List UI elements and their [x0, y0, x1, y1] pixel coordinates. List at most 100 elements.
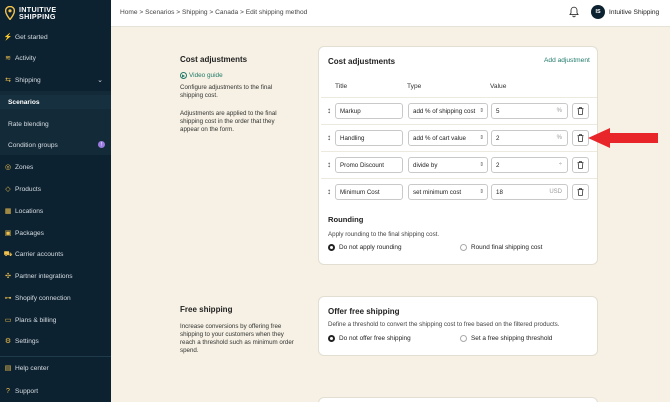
- sidebar-item-settings[interactable]: ⚙ Settings: [0, 334, 111, 348]
- delete-button[interactable]: [572, 130, 589, 146]
- adjustment-row: ↕ Promo Discount divide by ⇕ 2 ÷: [321, 151, 597, 178]
- trash-icon: [577, 188, 584, 196]
- value-input[interactable]: 5 %: [491, 103, 568, 119]
- sidebar-item-support[interactable]: ? Support: [0, 384, 111, 398]
- sidebar-item-condition-groups[interactable]: Condition groups !: [0, 138, 111, 152]
- title-input[interactable]: Markup: [335, 103, 403, 119]
- red-arrow-icon: [588, 128, 658, 148]
- radio-label: Round final shipping cost: [471, 244, 543, 251]
- sidebar-item-shipping[interactable]: ⇆ Shipping ⌄: [0, 73, 111, 87]
- radio-no-rounding[interactable]: Do not apply rounding: [328, 244, 402, 251]
- globe-icon: ◎: [4, 164, 12, 171]
- adjustment-row: ↕ Minimum Cost set minimum cost ⇕ 18 USD: [321, 178, 597, 205]
- sidebar-item-label: Plans & billing: [15, 316, 57, 324]
- building-icon: ▦: [4, 208, 12, 215]
- sidebar-item-rate-blending[interactable]: Rate blending: [0, 117, 111, 131]
- sidebar: INTUITIVE SHIPPING ⚡ Get started ≋ Activ…: [0, 0, 111, 402]
- sidebar-item-scenarios[interactable]: Scenarios: [0, 95, 111, 109]
- location-pin-icon: [5, 6, 15, 20]
- section-description: Adjustments are applied to the final shi…: [180, 110, 277, 133]
- sidebar-item-partner-integrations[interactable]: ✣ Partner integrations: [0, 269, 111, 283]
- type-select[interactable]: set minimum cost ⇕: [408, 184, 488, 200]
- radio-label: Set a free shipping threshold: [471, 335, 553, 342]
- rounding-title: Rounding: [328, 215, 364, 224]
- sidebar-item-label: Shopify connection: [15, 294, 71, 302]
- bolt-icon: ⚡: [3, 34, 13, 41]
- section-description: Configure adjustments to the final shipp…: [180, 84, 273, 99]
- brand-logo[interactable]: INTUITIVE SHIPPING: [5, 4, 105, 22]
- play-icon: ▶: [180, 72, 187, 79]
- sidebar-item-carrier-accounts[interactable]: ⛟ Carrier accounts: [0, 247, 111, 261]
- sidebar-item-label: Products: [15, 185, 42, 193]
- value-input-value: 2: [496, 134, 500, 142]
- sidebar-item-activity[interactable]: ≋ Activity: [0, 51, 111, 65]
- sidebar-item-products[interactable]: ◇ Products: [0, 182, 111, 196]
- bell-icon[interactable]: [568, 6, 580, 18]
- drag-handle-icon[interactable]: ↕: [327, 160, 331, 169]
- type-select-value: add % of shipping cost: [413, 107, 476, 115]
- trash-icon: [577, 161, 584, 169]
- delete-button[interactable]: [572, 103, 589, 119]
- sidebar-item-label: Help center: [15, 364, 49, 372]
- drag-handle-icon[interactable]: ↕: [327, 133, 331, 142]
- sidebar-item-label: Settings: [15, 337, 39, 345]
- sidebar-item-zones[interactable]: ◎ Zones: [0, 160, 111, 174]
- type-select-value: add % of cart value: [413, 134, 466, 142]
- sidebar-item-label: Shipping: [15, 76, 41, 84]
- value-input[interactable]: 2 %: [491, 130, 568, 146]
- sidebar-item-label: Get started: [15, 33, 48, 41]
- radio-empty-icon: [460, 244, 467, 251]
- sidebar-item-label: Rate blending: [8, 120, 49, 128]
- delete-button[interactable]: [572, 184, 589, 200]
- type-select[interactable]: add % of shipping cost ⇕: [408, 103, 488, 119]
- select-arrow-icon: ⇕: [479, 189, 484, 195]
- sidebar-item-packages[interactable]: ▣ Packages: [0, 226, 111, 240]
- value-suffix: USD: [549, 189, 562, 195]
- radio-selected-icon: [328, 244, 335, 251]
- drag-handle-icon[interactable]: ↕: [327, 106, 331, 115]
- value-input[interactable]: 18 USD: [491, 184, 568, 200]
- trash-icon: [577, 107, 584, 115]
- sidebar-item-help-center[interactable]: ▤ Help center: [0, 361, 111, 375]
- sidebar-item-label: Packages: [15, 229, 44, 237]
- sidebar-divider: [0, 356, 111, 357]
- title-input[interactable]: Handling: [335, 130, 403, 146]
- sidebar-item-label: Locations: [15, 207, 44, 215]
- radio-selected-icon: [328, 335, 335, 342]
- scenarios-icon: ⇆: [5, 77, 11, 84]
- column-header-type: Type: [407, 83, 422, 90]
- link-icon: ⊶: [4, 295, 12, 302]
- section-title-free-shipping: Free shipping: [180, 305, 233, 314]
- sidebar-item-shopify-connection[interactable]: ⊶ Shopify connection: [0, 291, 111, 305]
- column-header-title: Title: [335, 83, 348, 90]
- radio-no-free-shipping[interactable]: Do not offer free shipping: [328, 335, 411, 342]
- avatar[interactable]: IS: [591, 5, 605, 19]
- radio-free-threshold[interactable]: Set a free shipping threshold: [460, 335, 552, 342]
- drag-handle-icon[interactable]: ↕: [327, 187, 331, 196]
- username[interactable]: Intuitive Shipping: [609, 9, 659, 16]
- type-select-value: divide by: [413, 161, 438, 169]
- tag-icon: ◇: [5, 186, 11, 193]
- radio-round-final[interactable]: Round final shipping cost: [460, 244, 542, 251]
- breadcrumb[interactable]: Home > Scenarios > Shipping > Canada > E…: [120, 9, 307, 16]
- box-icon: ▣: [4, 230, 12, 237]
- title-input[interactable]: Promo Discount: [335, 157, 403, 173]
- sidebar-item-label: Zones: [15, 163, 34, 171]
- sidebar-item-locations[interactable]: ▦ Locations: [0, 204, 111, 218]
- sidebar-item-get-started[interactable]: ⚡ Get started: [0, 30, 111, 44]
- type-select[interactable]: add % of cart value ⇕: [408, 130, 488, 146]
- free-shipping-hint: Define a threshold to convert the shippi…: [328, 321, 560, 328]
- type-select[interactable]: divide by ⇕: [408, 157, 488, 173]
- title-input[interactable]: Minimum Cost: [335, 184, 403, 200]
- delete-button[interactable]: [572, 157, 589, 173]
- sidebar-item-label: Support: [15, 387, 39, 395]
- value-input[interactable]: 2 ÷: [491, 157, 568, 173]
- radio-empty-icon: [460, 335, 467, 342]
- sidebar-item-plans-billing[interactable]: ▭ Plans & billing: [0, 313, 111, 327]
- next-card: [318, 397, 598, 402]
- trash-icon: [577, 134, 584, 142]
- radio-label: Do not offer free shipping: [339, 335, 411, 342]
- card-icon: ▭: [4, 317, 12, 324]
- add-adjustment-link[interactable]: Add adjustment: [544, 57, 590, 64]
- video-guide-link[interactable]: ▶ Video guide: [180, 72, 223, 79]
